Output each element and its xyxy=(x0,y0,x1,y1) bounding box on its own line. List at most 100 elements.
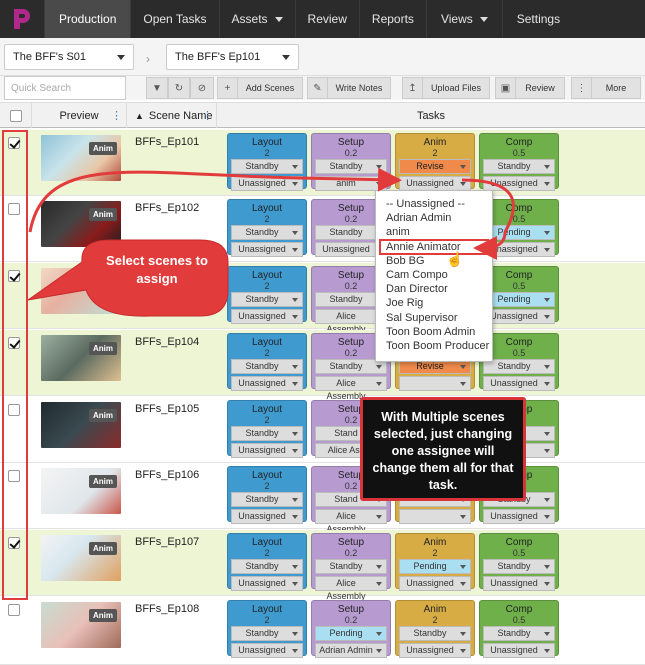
task-assignee-dropdown[interactable]: Unassigned xyxy=(231,643,303,658)
task-card-layout[interactable]: Layout 2 Standby Unassigned xyxy=(227,333,307,391)
review-button[interactable]: ▣ Review xyxy=(495,77,565,99)
table-row[interactable]: Anim BFFs_Ep106 Layout 2 Standby Unassigned Se… xyxy=(0,463,645,534)
task-card-layout[interactable]: Layout 2 Standby Unassigned xyxy=(227,133,307,191)
task-card-comp[interactable]: Comp0.5Standby Unassigned xyxy=(479,533,559,591)
assignee-option[interactable]: -- Unassigned -- xyxy=(376,197,492,211)
scene-thumbnail[interactable]: Anim xyxy=(41,402,121,448)
task-assignee-dropdown[interactable]: Unassigned xyxy=(483,509,555,524)
task-status-dropdown[interactable]: Pending xyxy=(483,225,555,240)
scene-name[interactable]: BFFs_Ep107 xyxy=(135,536,199,548)
scene-name[interactable]: BFFs_Ep104 xyxy=(135,336,199,348)
table-row[interactable]: Anim BFFs_Ep105 Layout 2 Standby Unassigned Se… xyxy=(0,397,645,463)
scene-thumbnail[interactable]: Anim xyxy=(41,135,121,181)
table-row[interactable]: Anim BFFs_Ep101 Layout 2 Standby Unassigned Se… xyxy=(0,130,645,196)
scene-name[interactable]: BFFs_Ep102 xyxy=(135,202,199,214)
nav-views[interactable]: Views xyxy=(425,0,502,38)
task-assignee-dropdown[interactable]: Unassigned xyxy=(483,643,555,658)
task-card-setup[interactable]: Setup 0.2 Standby anim xyxy=(311,133,391,191)
assignee-option[interactable]: Sal Supervisor xyxy=(376,311,492,325)
nav-open-tasks[interactable]: Open Tasks xyxy=(130,0,218,38)
task-card-layout[interactable]: Layout 2 Standby Unassigned xyxy=(227,199,307,257)
task-status-dropdown[interactable]: Pending xyxy=(315,626,387,641)
filter-button[interactable]: ▼ xyxy=(146,77,168,99)
table-row[interactable]: Anim BFFs_Ep108 Layout 2 Standby Unassigned Se… xyxy=(0,597,645,665)
clear-button[interactable]: ⊘ xyxy=(190,77,214,99)
scene-name[interactable]: BFFs_Ep108 xyxy=(135,603,199,615)
task-status-dropdown[interactable]: Revise xyxy=(399,159,471,174)
assignee-option[interactable]: Toon Boom Producer xyxy=(376,339,492,353)
task-status-dropdown[interactable]: Standby xyxy=(483,626,555,641)
task-assignee-dropdown[interactable]: Unassigned xyxy=(483,576,555,591)
assignee-option[interactable]: Toon Boom Admin xyxy=(376,325,492,339)
task-card-comp[interactable]: Comp0.5Standby Unassigned xyxy=(479,133,559,191)
preview-header[interactable]: Preview ⋮ xyxy=(32,103,127,128)
assignee-option[interactable]: Dan Director xyxy=(376,282,492,296)
sort-icon[interactable]: ▲ xyxy=(135,111,144,121)
task-assignee-dropdown[interactable]: Alice Assembly xyxy=(315,509,387,534)
scene-name[interactable]: BFFs_Ep101 xyxy=(135,136,199,148)
write-notes-button[interactable]: ✎ Write Notes xyxy=(307,77,391,99)
task-status-dropdown[interactable]: Standby xyxy=(231,225,303,240)
nav-settings[interactable]: Settings xyxy=(501,0,574,38)
task-assignee-dropdown[interactable]: Alice Assembly xyxy=(315,376,387,401)
table-row[interactable]: Anim BFFs_Ep104 Layout 2 Standby Unassigned Se… xyxy=(0,330,645,401)
more-button[interactable]: ⋮ More xyxy=(571,77,641,99)
scene-name-header[interactable]: ▲ Scene Name ⋮ xyxy=(127,103,217,128)
task-status-dropdown[interactable]: Standby xyxy=(231,559,303,574)
task-status-dropdown[interactable]: Standby xyxy=(231,492,303,507)
task-card-anim[interactable]: Anim 2 Revise Unassigned xyxy=(395,133,475,191)
task-assignee-dropdown[interactable]: anim xyxy=(315,176,387,191)
task-card-setup[interactable]: Setup 0.2 Standby Alice Assembly xyxy=(311,533,391,601)
task-card-anim[interactable]: Anim 2 Pending Unassigned xyxy=(395,533,475,591)
scene-name[interactable]: BFFs_Ep106 xyxy=(135,469,199,481)
task-status-dropdown[interactable]: Standby xyxy=(231,292,303,307)
assignee-option[interactable]: Bob BG xyxy=(376,254,492,268)
nav-reports[interactable]: Reports xyxy=(358,0,426,38)
task-status-dropdown[interactable]: Standby xyxy=(315,559,387,574)
task-assignee-dropdown[interactable]: Alice Assembly xyxy=(315,576,387,601)
task-card-setup[interactable]: Setup 0.2 Pending Adrian Admin xyxy=(311,600,391,658)
task-assignee-dropdown[interactable]: Unassigned xyxy=(483,376,555,391)
row-checkbox[interactable] xyxy=(8,604,20,616)
task-assignee-dropdown[interactable]: Unassigned xyxy=(231,376,303,391)
task-assignee-dropdown[interactable]: Unassigned xyxy=(399,643,471,658)
task-assignee-dropdown[interactable] xyxy=(399,509,471,524)
task-assignee-dropdown[interactable] xyxy=(399,376,471,391)
task-assignee-dropdown[interactable]: Unassigned xyxy=(483,176,555,191)
task-assignee-dropdown[interactable]: Unassigned xyxy=(399,576,471,591)
task-card-layout[interactable]: Layout 2 Standby Unassigned xyxy=(227,600,307,658)
task-card-comp[interactable]: Comp0.5Standby Unassigned xyxy=(479,600,559,658)
task-status-dropdown[interactable]: Standby xyxy=(399,626,471,641)
task-assignee-dropdown[interactable]: Unassigned xyxy=(231,576,303,591)
task-status-dropdown[interactable]: Standby xyxy=(315,159,387,174)
select-all-checkbox[interactable] xyxy=(9,109,22,122)
scene-thumbnail[interactable]: Anim xyxy=(41,468,121,514)
scene-thumbnail[interactable]: Anim xyxy=(41,535,121,581)
app-logo[interactable] xyxy=(0,0,44,38)
add-scenes-button[interactable]: + Add Scenes xyxy=(217,77,303,99)
assignee-option[interactable]: Annie Animator xyxy=(379,238,489,255)
task-card-anim[interactable]: Anim 2 Standby Unassigned xyxy=(395,600,475,658)
scene-thumbnail[interactable]: Anim xyxy=(41,335,121,381)
task-assignee-dropdown[interactable]: Unassigned xyxy=(231,176,303,191)
upload-files-button[interactable]: ↥ Upload Files xyxy=(402,77,490,99)
task-status-dropdown[interactable]: Standby xyxy=(231,626,303,641)
task-status-dropdown[interactable]: Pending xyxy=(399,559,471,574)
task-status-dropdown[interactable]: Standby xyxy=(231,159,303,174)
scene-thumbnail[interactable]: Anim xyxy=(41,602,121,648)
task-assignee-dropdown[interactable]: Adrian Admin xyxy=(315,643,387,658)
task-card-layout[interactable]: Layout 2 Standby Unassigned xyxy=(227,533,307,591)
task-assignee-dropdown[interactable]: Unassigned xyxy=(483,309,555,324)
table-row[interactable]: Anim BFFs_Ep107 Layout 2 Standby Unassigned Se… xyxy=(0,530,645,601)
scene-name[interactable]: BFFs_Ep105 xyxy=(135,403,199,415)
task-status-dropdown[interactable]: Standby xyxy=(231,426,303,441)
season-select[interactable]: The BFF's S01 xyxy=(4,44,134,70)
nav-review[interactable]: Review xyxy=(294,0,359,38)
assignee-option[interactable]: Cam Compo xyxy=(376,268,492,282)
nav-assets[interactable]: Assets xyxy=(218,0,295,38)
task-assignee-dropdown[interactable]: Unassigned xyxy=(231,309,303,324)
task-card-layout[interactable]: Layout 2 Standby Unassigned xyxy=(227,466,307,524)
nav-production[interactable]: Production xyxy=(44,0,131,38)
task-assignee-dropdown[interactable]: Unassigned xyxy=(483,242,555,257)
task-status-dropdown[interactable]: Standby xyxy=(231,359,303,374)
